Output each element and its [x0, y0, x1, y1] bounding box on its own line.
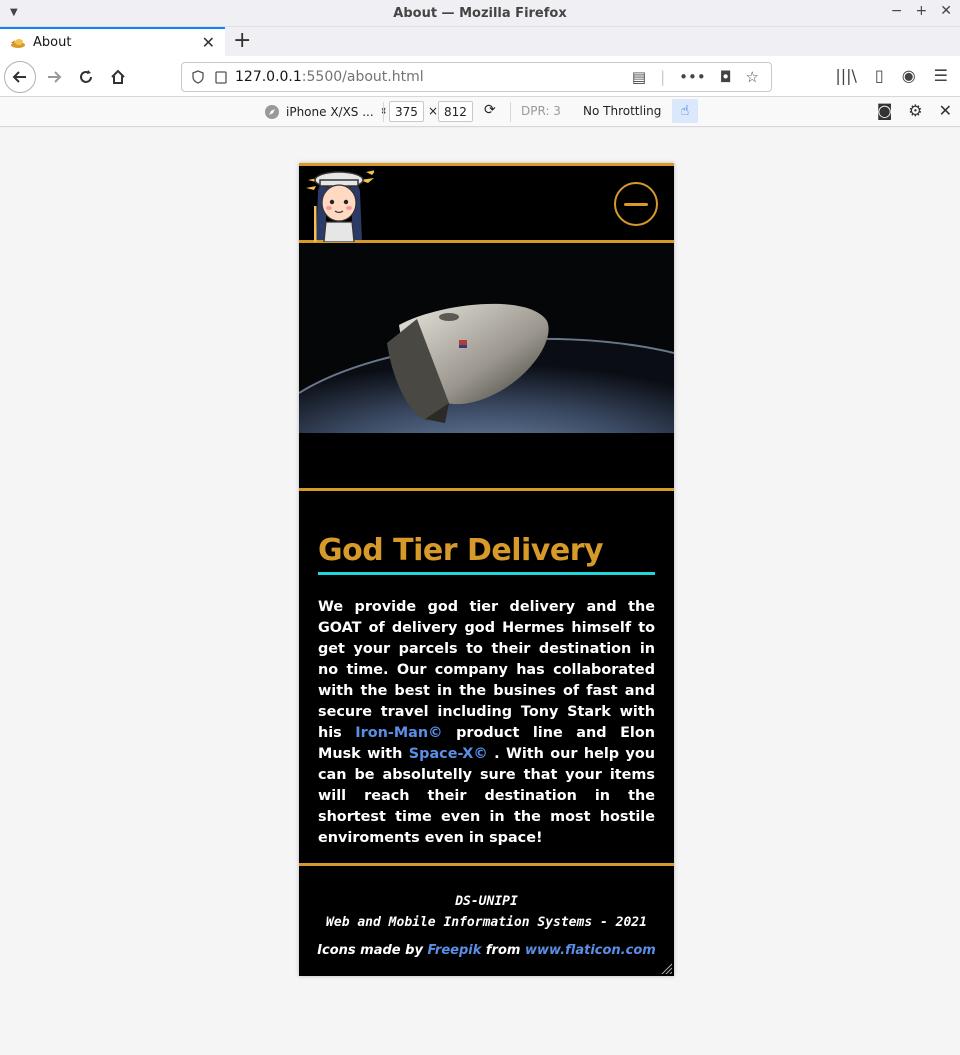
toolbar-separator [383, 102, 384, 122]
forward-arrow-icon [48, 71, 62, 83]
site-footer: DS-UNIPI Web and Mobile Information Syst… [299, 866, 674, 976]
hamburger-icon [624, 202, 648, 206]
close-window-icon[interactable]: ✕ [940, 3, 952, 19]
dimension-times: × [428, 104, 439, 118]
minimize-icon[interactable]: − [891, 3, 903, 19]
spacecraft-earth-image [299, 243, 674, 461]
tab-title: About [33, 35, 72, 50]
new-tab-button[interactable]: + [233, 28, 251, 53]
window-menu-icon[interactable]: ▼ [10, 7, 18, 18]
shield-icon[interactable] [191, 70, 205, 84]
device-name: iPhone X/XS ... [286, 105, 374, 119]
device-compass-icon [265, 105, 279, 119]
footer-org: DS-UNIPI [455, 894, 518, 909]
toolbar-right: |||\ ▯ ◉ ☰ [835, 66, 948, 85]
url-path: :5500/about.html [301, 69, 424, 85]
viewport-height-input[interactable]: 812 [438, 101, 473, 122]
hermes-favicon-icon [11, 38, 25, 48]
maximize-icon[interactable]: + [916, 3, 928, 19]
about-text-part-1: We provide god tier delivery and the GOA… [318, 599, 655, 741]
rotate-icon[interactable]: ⟳ [484, 102, 496, 118]
close-tab-icon[interactable]: ✕ [202, 33, 215, 52]
url-separator: | [660, 68, 666, 86]
home-button[interactable] [102, 61, 134, 93]
window-controls: − + ✕ [891, 3, 952, 19]
window-title: About — Mozilla Firefox [393, 5, 567, 21]
touch-icon[interactable]: ☝ [672, 99, 698, 123]
screenshot-icon[interactable]: ◙ [877, 101, 893, 120]
tab-strip: About ✕ + [0, 27, 960, 56]
resize-handle-icon[interactable] [660, 962, 672, 974]
url-bar-actions: ▤ | ••• ◘ ☆ [632, 68, 759, 86]
home-icon [111, 69, 125, 84]
dpr-selector[interactable]: DPR: 3 [521, 104, 561, 118]
hamburger-menu-button[interactable] [614, 182, 658, 226]
more-icon[interactable]: ••• [679, 68, 706, 86]
viewport-width-input[interactable]: 375 [389, 101, 424, 122]
url-text[interactable]: 127.0.0.1:5500/about.html [235, 69, 424, 85]
footer-course: Web and Mobile Information Systems - 202… [326, 915, 647, 930]
credits-prefix: Icons made by [317, 943, 428, 958]
navigation-toolbar: 127.0.0.1:5500/about.html ▤ | ••• ◘ ☆ ||… [0, 56, 960, 97]
rdm-right-tools: ◙ ⚙ ✕ [877, 101, 952, 120]
footer-credits: Icons made by Freepik from www.flaticon.… [299, 943, 674, 958]
back-button[interactable] [4, 61, 36, 93]
about-title: God Tier Delivery [318, 533, 655, 575]
spacex-link[interactable]: Space-X© [409, 746, 488, 762]
reload-button[interactable] [70, 61, 102, 93]
about-paragraph: We provide god tier delivery and the GOA… [318, 597, 655, 849]
bookmark-star-icon[interactable]: ☆ [746, 68, 759, 86]
sidebar-icon[interactable]: ▯ [875, 66, 884, 85]
flaticon-link[interactable]: www.flaticon.com [525, 943, 656, 958]
reader-view-icon[interactable]: ▤ [632, 68, 646, 86]
freepik-link[interactable]: Freepik [427, 943, 481, 958]
forward-button[interactable] [38, 61, 70, 93]
lock-icon[interactable] [215, 70, 227, 84]
back-arrow-icon [12, 71, 26, 83]
account-icon[interactable]: ◉ [902, 66, 916, 85]
hermes-logo-icon[interactable] [304, 166, 374, 242]
hero-image [299, 243, 674, 461]
url-host: 127.0.0.1 [235, 69, 302, 85]
close-icon[interactable]: ✕ [939, 101, 952, 120]
credits-mid: from [481, 943, 525, 958]
about-section: God Tier Delivery We provide god tier de… [299, 491, 674, 863]
tab-about[interactable]: About ✕ [0, 27, 225, 56]
ironman-link[interactable]: Iron-Man© [355, 725, 442, 741]
site-header [299, 163, 674, 243]
throttling-selector[interactable]: No Throttling [583, 104, 661, 118]
toolbar-separator [510, 102, 511, 122]
reload-icon [80, 70, 92, 83]
pocket-icon[interactable]: ◘ [720, 68, 732, 86]
library-icon[interactable]: |||\ [835, 66, 857, 85]
window-titlebar: ▼ About — Mozilla Firefox − + ✕ [0, 0, 960, 27]
url-bar[interactable]: 127.0.0.1:5500/about.html ▤ | ••• ◘ ☆ [181, 62, 772, 92]
responsive-design-toolbar: iPhone X/XS ... ⇕ 375 × 812 ⟳ DPR: 3 No … [0, 97, 960, 127]
device-viewport: God Tier Delivery We provide god tier de… [299, 163, 674, 976]
menu-icon[interactable]: ☰ [934, 66, 948, 85]
settings-icon[interactable]: ⚙ [908, 101, 922, 120]
device-selector[interactable]: iPhone X/XS ... ⇕ [264, 104, 387, 120]
